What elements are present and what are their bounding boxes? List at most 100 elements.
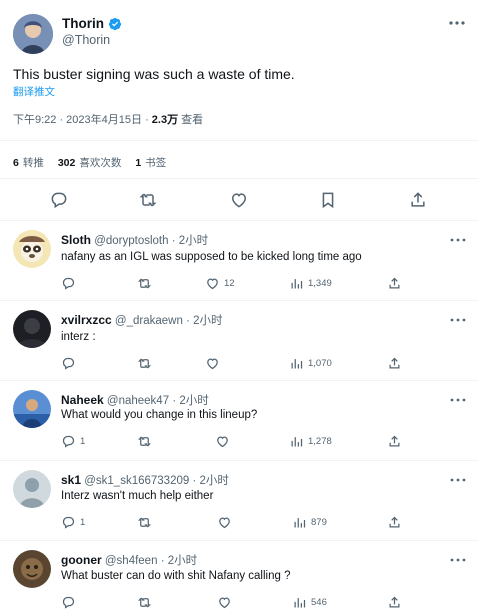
reply-icon[interactable]	[61, 274, 80, 292]
translate-link[interactable]: 翻译推文	[13, 84, 55, 99]
reposts-label: 转推	[22, 157, 44, 169]
reply-header: gooner @sh4feen · 2小时	[61, 552, 197, 568]
reply-icon[interactable]	[49, 190, 69, 210]
reply-icon[interactable]: 1	[61, 432, 85, 450]
reply-dot-separator: ·	[192, 475, 197, 487]
like-icon[interactable]	[229, 190, 249, 210]
reply-avatar[interactable]	[13, 550, 51, 588]
more-icon[interactable]	[449, 234, 467, 246]
reply-author-handle[interactable]: @doryptosloth	[94, 235, 168, 247]
reply-avatar[interactable]	[13, 310, 51, 348]
views-icon[interactable]: 1,349	[289, 274, 332, 292]
more-icon[interactable]	[449, 554, 467, 566]
reply-author-name[interactable]: sk1	[61, 473, 81, 487]
reply-action-bar: 12 1,349	[61, 274, 461, 292]
reply-author-name[interactable]: Sloth	[61, 233, 91, 247]
like-icon[interactable]	[217, 513, 236, 531]
view-count: 1,070	[308, 357, 332, 369]
reply-item[interactable]: Naheek @naheek47 · 2小时 What would you ch…	[0, 380, 478, 460]
like-icon[interactable]	[217, 593, 236, 611]
views-icon[interactable]: 546	[292, 593, 327, 611]
quotes-stat[interactable]: 302 喜欢次数	[58, 155, 122, 170]
more-icon[interactable]	[449, 394, 467, 406]
view-count: 1,278	[308, 435, 332, 447]
reply-time[interactable]: 2小时	[179, 235, 208, 247]
repost-icon[interactable]	[137, 593, 156, 611]
reply-action-bar: 1 1,278	[61, 432, 461, 450]
reply-action-bar: 1 879	[61, 513, 461, 531]
reply-dot-separator: ·	[186, 315, 190, 327]
like-icon[interactable]: 12	[205, 274, 235, 292]
repost-icon[interactable]	[137, 274, 156, 292]
reply-action-bar: 546	[61, 593, 461, 611]
reply-author-handle[interactable]: @_drakaewn	[115, 315, 183, 327]
reply-icon[interactable]	[61, 354, 80, 372]
author-handle[interactable]: @Thorin	[62, 33, 110, 47]
reply-icon[interactable]	[61, 593, 80, 611]
bookmarks-stat[interactable]: 1 书签	[135, 155, 166, 170]
reply-item[interactable]: sk1 @sk1_sk166733209 · 2小时 Interz wasn't…	[0, 460, 478, 540]
reply-time[interactable]: 2小时	[193, 315, 222, 327]
reply-author-handle[interactable]: @sk1_sk166733209	[84, 475, 189, 487]
reply-item[interactable]: xvilrxzcc @_drakaewn · 2小时 interz : 1,07…	[0, 300, 478, 380]
reposts-count: 6	[13, 157, 19, 169]
like-icon[interactable]	[215, 432, 234, 450]
like-icon[interactable]	[205, 354, 224, 372]
reply-item[interactable]: gooner @sh4feen · 2小时 What buster can do…	[0, 540, 478, 615]
reply-header: Sloth @doryptosloth · 2小时	[61, 232, 208, 248]
reply-avatar[interactable]	[13, 390, 51, 428]
divider	[0, 140, 478, 141]
share-icon[interactable]	[387, 513, 402, 531]
reply-avatar[interactable]	[13, 230, 51, 268]
bookmarks-count: 1	[135, 157, 142, 169]
more-icon[interactable]	[447, 15, 467, 31]
reply-avatar[interactable]	[13, 470, 51, 508]
reply-time[interactable]: 2小时	[179, 395, 208, 407]
reply-text: nafany as an IGL was supposed to be kick…	[61, 251, 362, 263]
reply-action-bar: 1,070	[61, 354, 461, 372]
reply-time[interactable]: 2小时	[200, 475, 229, 487]
tweet-meta: 下午9:22 · 2023年4月15日 · 2.3万 查看	[13, 111, 203, 127]
reposts-stat[interactable]: 6 转推	[13, 155, 44, 170]
reply-text: What would you change in this lineup?	[61, 409, 258, 421]
reply-text: interz :	[61, 331, 96, 343]
reply-author-name[interactable]: gooner	[61, 553, 102, 567]
reply-time[interactable]: 2小时	[168, 555, 197, 567]
like-count: 12	[224, 277, 235, 289]
verified-badge-icon	[108, 17, 122, 31]
share-icon[interactable]	[408, 190, 428, 210]
tweet-text: This buster signing was such a waste of …	[13, 66, 295, 82]
share-icon[interactable]	[387, 432, 402, 450]
reply-header: xvilrxzcc @_drakaewn · 2小时	[61, 312, 223, 328]
reply-author-handle[interactable]: @naheek47	[107, 395, 169, 407]
reply-author-name[interactable]: xvilrxzcc	[61, 313, 112, 327]
share-icon[interactable]	[387, 354, 402, 372]
views-icon[interactable]: 1,070	[289, 354, 332, 372]
reply-icon[interactable]: 1	[61, 513, 85, 531]
share-icon[interactable]	[387, 593, 402, 611]
repost-icon[interactable]	[138, 190, 158, 210]
repost-icon[interactable]	[137, 432, 156, 450]
view-count: 1,349	[308, 277, 332, 289]
share-icon[interactable]	[387, 274, 402, 292]
more-icon[interactable]	[449, 474, 467, 486]
tweet-views-count: 2.3万	[151, 114, 179, 126]
more-icon[interactable]	[449, 314, 467, 326]
author-name[interactable]: Thorin	[62, 16, 122, 31]
reply-author-handle[interactable]: @sh4feen	[105, 555, 158, 567]
view-count: 546	[311, 596, 327, 608]
repost-icon[interactable]	[137, 513, 156, 531]
bookmark-icon[interactable]	[318, 190, 338, 210]
repost-icon[interactable]	[137, 354, 156, 372]
tweet-views-label: 查看	[178, 114, 204, 126]
reply-item[interactable]: Sloth @doryptosloth · 2小时 nafany as an I…	[0, 220, 478, 300]
author-name-text[interactable]: Thorin	[62, 16, 104, 31]
divider	[0, 178, 478, 179]
reply-author-name[interactable]: Naheek	[61, 393, 104, 407]
author-avatar[interactable]	[13, 14, 53, 54]
quotes-label: 喜欢次数	[79, 157, 122, 169]
tweet-timestamp[interactable]: 下午9:22 · 2023年4月15日 ·	[13, 114, 152, 126]
reply-text: What buster can do with shit Nafany call…	[61, 570, 291, 582]
views-icon[interactable]: 1,278	[289, 432, 332, 450]
views-icon[interactable]: 879	[292, 513, 327, 531]
